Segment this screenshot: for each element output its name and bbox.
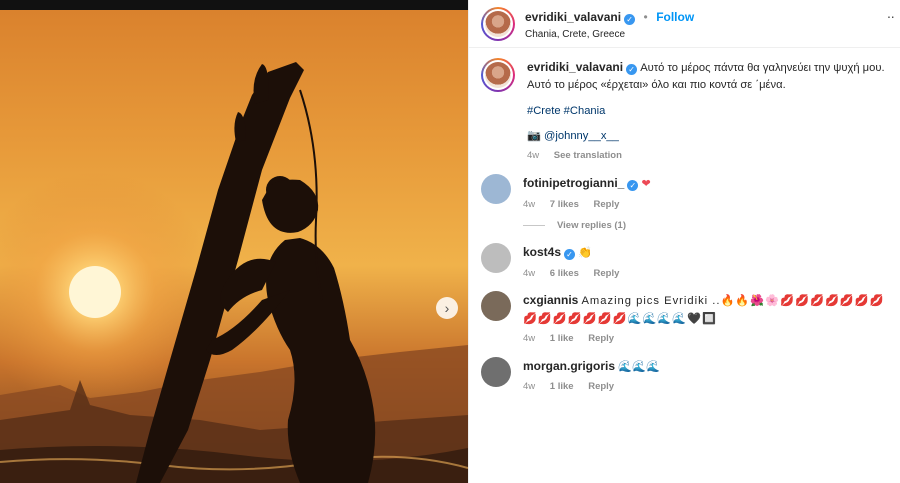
separator: • <box>643 9 648 24</box>
commenter-username[interactable]: cxgiannis <box>523 293 578 307</box>
commenter-username[interactable]: fotinipetrogianni_ <box>523 176 624 190</box>
instagram-post: › evridiki_valavani ✓ • Follow Chania, Cr… <box>0 0 900 483</box>
comment-text: ❤ <box>641 178 651 191</box>
reply-button[interactable]: Reply <box>594 199 620 210</box>
chevron-right-icon: › <box>444 300 450 316</box>
commenter-username[interactable]: morgan.grigoris <box>523 359 615 373</box>
post-sidebar: evridiki_valavani ✓ • Follow Chania, Cret… <box>468 0 900 483</box>
caption-hashtags[interactable]: #Crete #Chania <box>527 103 888 120</box>
commenter-username[interactable]: kost4s <box>523 245 561 259</box>
caption-avatar[interactable] <box>481 58 515 92</box>
see-translation-link[interactable]: See translation <box>554 150 622 161</box>
comment-row: morgan.grigoris 🌊🌊🌊 4w 1 like Reply <box>481 356 888 395</box>
photo-credit-mention[interactable]: @johnny__x__ <box>544 130 619 142</box>
caption-time: 4w <box>527 150 540 162</box>
comment-row: fotinipetrogianni_ ✓ ❤ 4w 7 likes Reply <box>481 174 888 212</box>
comment-likes[interactable]: 1 like <box>550 333 574 344</box>
comment-text: 👏 <box>578 247 593 260</box>
comment-likes[interactable]: 6 likes <box>550 268 579 279</box>
location-link[interactable]: Chania, Crete, Greece <box>525 28 694 42</box>
commenter-avatar[interactable] <box>481 356 511 387</box>
verified-badge-icon: ✓ <box>564 249 576 261</box>
comment-time: 4w <box>523 198 536 210</box>
sun <box>69 266 121 318</box>
comments-list: evridiki_valavani ✓ Αυτό το μέρος πάντα θ… <box>469 48 900 395</box>
comment-time: 4w <box>523 333 536 345</box>
verified-badge-icon: ✓ <box>627 180 639 192</box>
comment-text: Amazing pics Evridiki ..🔥🔥🌺🌸💋💋💋💋💋💋💋💋💋💋💋💋… <box>523 295 885 325</box>
caption: evridiki_valavani ✓ Αυτό το μέρος πάντα θ… <box>481 58 888 164</box>
comment-likes[interactable]: 1 like <box>550 381 574 392</box>
commenter-avatar[interactable] <box>481 291 511 322</box>
post-header: evridiki_valavani ✓ • Follow Chania, Cret… <box>469 0 900 48</box>
view-replies-label: View replies (1) <box>557 220 626 232</box>
camera-icon: 📷 <box>527 130 541 143</box>
verified-badge-icon: ✓ <box>626 64 638 75</box>
comment-likes[interactable]: 7 likes <box>550 199 579 210</box>
reply-button[interactable]: Reply <box>588 381 614 392</box>
view-replies-button[interactable]: View replies (1) <box>523 220 888 231</box>
reply-button[interactable]: Reply <box>594 268 620 279</box>
top-bar <box>0 0 468 10</box>
commenter-avatar[interactable] <box>481 243 511 274</box>
comment-text: 🌊🌊🌊 <box>618 360 660 373</box>
sunset-surfer-illustration <box>0 0 468 483</box>
author-avatar[interactable] <box>481 6 515 41</box>
verified-badge-icon: ✓ <box>624 13 636 25</box>
comment-time: 4w <box>523 381 536 393</box>
comment-row: kost4s ✓ 👏 4w 6 likes Reply <box>481 243 888 281</box>
caption-username[interactable]: evridiki_valavani <box>527 60 623 74</box>
author-username[interactable]: evridiki_valavani <box>525 10 621 24</box>
next-image-button[interactable]: › <box>436 297 458 319</box>
comment-row: cxgiannis Amazing pics Evridiki ..🔥🔥🌺🌸💋💋… <box>481 291 888 346</box>
post-image[interactable]: › <box>0 0 468 483</box>
follow-button[interactable]: Follow <box>656 10 694 24</box>
commenter-avatar[interactable] <box>481 174 511 205</box>
comment-time: 4w <box>523 267 536 279</box>
more-options-icon[interactable]: ·· <box>887 8 895 24</box>
reply-button[interactable]: Reply <box>588 333 614 344</box>
